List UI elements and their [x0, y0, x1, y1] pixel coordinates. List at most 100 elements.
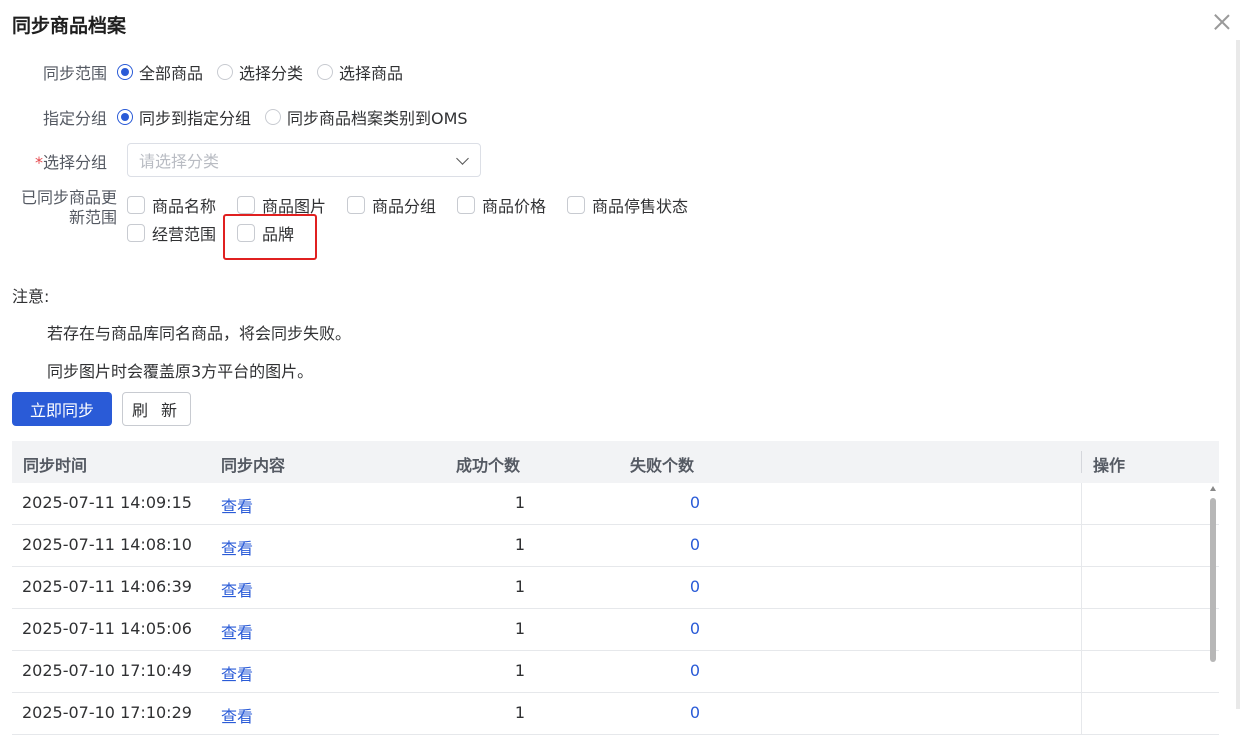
cell-fail-count-link[interactable]: 0 — [640, 577, 700, 596]
checkbox-label: 商品价格 — [482, 197, 547, 216]
cell-sync-time: 2025-07-11 14:08:10 — [22, 535, 192, 554]
checkbox-box — [347, 196, 365, 214]
table-row: 2025-07-11 14:08:10 查看 1 0 — [12, 525, 1219, 567]
group-row: 指定分组 同步到指定分组 同步商品档案类别到OMS — [0, 105, 482, 129]
table-row: 2025-07-10 17:10:49 查看 1 0 — [12, 651, 1219, 693]
cell-success-count: 1 — [514, 577, 525, 596]
sync-now-button[interactable]: 立即同步 — [12, 392, 112, 426]
radio-dot — [117, 109, 133, 125]
brand-highlight-box — [223, 214, 317, 260]
checkbox-box — [457, 196, 475, 214]
group-select-placeholder: 请选择分类 — [139, 152, 220, 171]
view-link[interactable]: 查看 — [221, 661, 253, 685]
radio-label: 选择分类 — [239, 64, 304, 83]
view-link[interactable]: 查看 — [221, 493, 253, 517]
scroll-up-icon[interactable] — [1210, 486, 1216, 491]
update-scope-label: 已同步商品更 新范围 — [0, 188, 117, 228]
radio-dot — [265, 109, 282, 125]
note-line-1: 若存在与商品库同名商品，将会同步失败。 — [47, 324, 352, 343]
view-link[interactable]: 查看 — [221, 703, 253, 727]
cell-fail-count-link[interactable]: 0 — [640, 661, 700, 680]
checkbox-label: 商品名称 — [152, 197, 217, 216]
cell-sync-time: 2025-07-11 14:06:39 — [22, 577, 192, 596]
cell-fail-count-link[interactable]: 0 — [640, 493, 700, 512]
table-header: 同步时间 同步内容 成功个数 失败个数 操作 — [12, 441, 1219, 483]
checkbox-product-name[interactable]: 商品名称 — [127, 193, 216, 217]
select-group-label: *选择分组 — [0, 149, 117, 173]
table-row: 2025-07-11 14:09:15 查看 1 0 — [12, 483, 1219, 525]
checkbox-business-scope[interactable]: 经营范围 — [127, 221, 216, 245]
note-heading: 注意: — [12, 287, 50, 306]
update-scope-label-line1: 已同步商品更 — [20, 188, 117, 207]
header-fail-count: 失败个数 — [630, 456, 695, 475]
select-group-row: *选择分组 — [0, 149, 117, 173]
cell-fail-count-link[interactable]: 0 — [640, 703, 700, 722]
refresh-button[interactable]: 刷 新 — [122, 392, 191, 426]
radio-label: 选择商品 — [339, 64, 404, 83]
cell-sync-time: 2025-07-11 14:09:15 — [22, 493, 192, 512]
radio-dot — [317, 64, 334, 80]
sync-scope-row: 同步范围 全部商品 选择分类 选择商品 — [0, 60, 417, 84]
view-link[interactable]: 查看 — [221, 535, 253, 559]
view-link[interactable]: 查看 — [221, 577, 253, 601]
cell-success-count: 1 — [514, 703, 525, 722]
cell-sync-time: 2025-07-10 17:10:29 — [22, 703, 192, 722]
select-group-label-text: 选择分组 — [42, 153, 107, 172]
header-sync-time: 同步时间 — [23, 456, 88, 475]
actions-cell — [1081, 483, 1082, 524]
sync-history-table: 同步时间 同步内容 成功个数 失败个数 操作 2025-07-11 14:09:… — [12, 441, 1219, 735]
view-link[interactable]: 查看 — [221, 619, 253, 643]
cell-success-count: 1 — [514, 661, 525, 680]
radio-select-product[interactable]: 选择商品 — [317, 60, 403, 84]
cell-sync-time: 2025-07-10 17:10:49 — [22, 661, 192, 680]
chevron-down-icon — [456, 152, 469, 165]
sync-scope-label: 同步范围 — [42, 64, 107, 83]
radio-label: 同步到指定分组 — [139, 109, 252, 128]
group-label: 指定分组 — [42, 109, 107, 128]
checkbox-box — [127, 224, 145, 242]
note-line-2: 同步图片时会覆盖原3方平台的图片。 — [47, 362, 314, 381]
required-mark: * — [34, 153, 43, 172]
cell-success-count: 1 — [514, 619, 525, 638]
header-divider — [1081, 451, 1082, 473]
table-body: 2025-07-11 14:09:15 查看 1 0 2025-07-11 14:08:… — [12, 483, 1219, 735]
cell-success-count: 1 — [514, 535, 525, 554]
update-scope-label-line2: 新范围 — [68, 208, 117, 227]
cell-sync-time: 2025-07-11 14:05:06 — [22, 619, 192, 638]
checkbox-box — [237, 196, 255, 214]
radio-all-products[interactable]: 全部商品 — [117, 60, 203, 84]
radio-sync-category-oms[interactable]: 同步商品档案类别到OMS — [265, 105, 468, 129]
cell-fail-count-link[interactable]: 0 — [640, 619, 700, 638]
close-icon[interactable] — [1212, 12, 1232, 32]
checkbox-product-price[interactable]: 商品价格 — [457, 193, 546, 217]
header-actions: 操作 — [1093, 456, 1126, 475]
header-sync-content: 同步内容 — [221, 456, 286, 475]
actions-cell — [1081, 693, 1082, 734]
table-row: 2025-07-11 14:06:39 查看 1 0 — [12, 567, 1219, 609]
actions-cell — [1081, 525, 1082, 566]
cell-fail-count-link[interactable]: 0 — [640, 535, 700, 554]
group-select[interactable]: 请选择分类 — [127, 143, 481, 177]
radio-select-category[interactable]: 选择分类 — [217, 60, 303, 84]
table-scrollbar[interactable] — [1209, 486, 1217, 709]
radio-dot — [217, 64, 234, 80]
table-row: 2025-07-11 14:05:06 查看 1 0 — [12, 609, 1219, 651]
table-row: 2025-07-10 17:10:29 查看 1 0 — [12, 693, 1219, 735]
checkbox-label: 经营范围 — [152, 225, 217, 244]
radio-dot — [117, 64, 133, 80]
dialog-title: 同步商品档案 — [12, 15, 127, 37]
scrollbar-thumb[interactable] — [1210, 498, 1216, 662]
checkbox-product-group[interactable]: 商品分组 — [347, 193, 436, 217]
radio-label: 全部商品 — [139, 64, 204, 83]
right-edge-bar — [1236, 40, 1240, 709]
checkbox-product-discontinued[interactable]: 商品停售状态 — [567, 193, 688, 217]
radio-label: 同步商品档案类别到OMS — [287, 109, 468, 128]
actions-cell — [1081, 609, 1082, 650]
radio-sync-to-group[interactable]: 同步到指定分组 — [117, 105, 251, 129]
checkbox-label: 商品分组 — [372, 197, 437, 216]
checkbox-box — [127, 196, 145, 214]
checkbox-label: 商品停售状态 — [592, 197, 689, 216]
actions-cell — [1081, 567, 1082, 608]
cell-success-count: 1 — [514, 493, 525, 512]
checkbox-box — [567, 196, 585, 214]
